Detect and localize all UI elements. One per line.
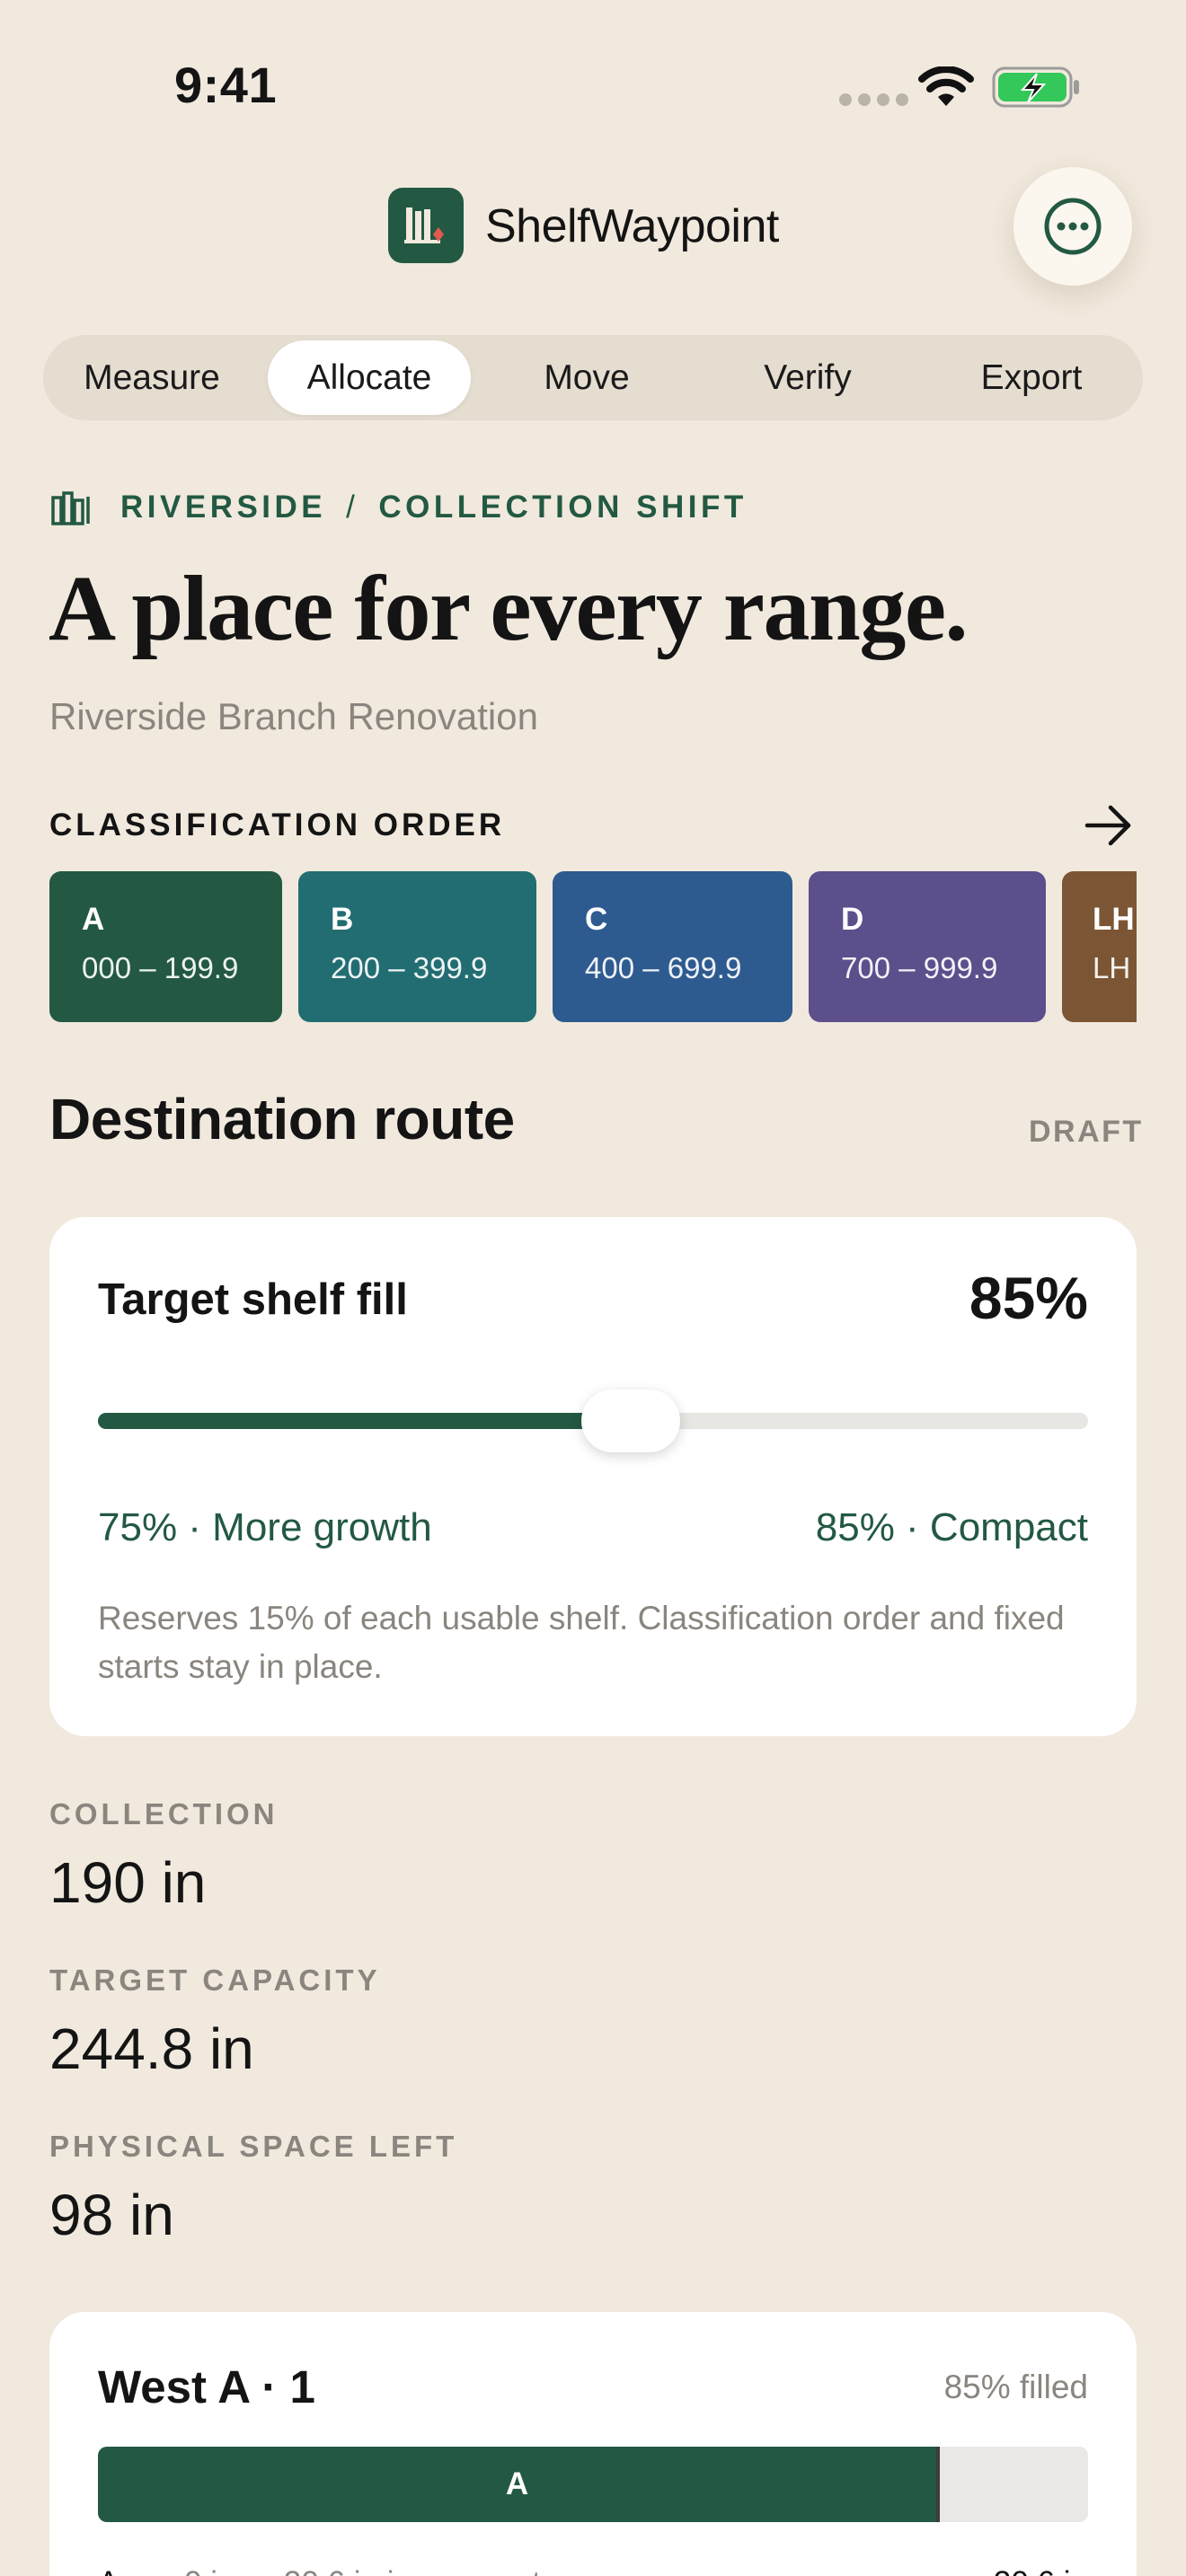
chip-letter: C: [585, 902, 608, 937]
bookshelf-logo-icon: [404, 207, 444, 243]
chip-range: 000 – 199.9: [82, 951, 239, 984]
wifi-icon: [918, 66, 974, 106]
shelf-fill-status: 85% filled: [943, 2369, 1088, 2405]
chip-letter: D: [841, 902, 864, 937]
page-title: A place for every range.: [49, 557, 968, 660]
shelf-title: West A · 1: [98, 2361, 315, 2413]
chip-range: 700 – 999.9: [841, 951, 998, 984]
classification-chip-a[interactable]: A 000 – 199.9: [49, 871, 282, 1022]
tab-move[interactable]: Move: [483, 340, 690, 415]
fill-min-label[interactable]: 75% · More growth: [98, 1504, 432, 1551]
more-menu-button[interactable]: [1013, 167, 1132, 286]
classification-label: CLASSIFICATION ORDER: [49, 807, 506, 842]
stat-label-collection: COLLECTION: [49, 1797, 279, 1831]
fill-card: Target shelf fill 85% 75% · More growth …: [49, 1217, 1137, 1736]
workflow-tabs: Measure Allocate Move Verify Export: [43, 335, 1143, 420]
classification-chip-lh[interactable]: LH LH: [1062, 871, 1137, 1022]
chip-range: LH: [1093, 951, 1131, 984]
shelf-segment-row: A 0 in → 30.6 in in segment 30.6 in: [98, 2563, 1088, 2576]
breadcrumb-section[interactable]: COLLECTION SHIFT: [378, 490, 747, 525]
tab-export[interactable]: Export: [925, 340, 1137, 415]
stat-value-space-left: 98 in: [49, 2183, 174, 2247]
classification-chip-b[interactable]: B 200 – 399.9: [298, 871, 536, 1022]
ellipsis-circle-icon: [1044, 198, 1102, 255]
breadcrumb-branch[interactable]: RIVERSIDE: [120, 490, 326, 525]
tab-measure[interactable]: Measure: [49, 340, 255, 415]
section-title: Destination route: [49, 1087, 515, 1151]
fill-note: Reserves 15% of each usable shelf. Class…: [98, 1600, 1065, 1685]
fill-title: Target shelf fill: [98, 1275, 408, 1324]
chip-letter: LH: [1093, 902, 1135, 937]
shelf-card[interactable]: West A · 1 85% filled A A 0 in → 30.6 in…: [49, 2312, 1137, 2576]
chip-range: 200 – 399.9: [331, 951, 488, 984]
stat-label-space-left: PHYSICAL SPACE LEFT: [49, 2130, 458, 2163]
segment-description: 0 in → 30.6 in in segment: [184, 2563, 994, 2576]
fill-slider-progress: [98, 1413, 631, 1429]
stat-label-target-capacity: TARGET CAPACITY: [49, 1963, 381, 1997]
app-logo: [388, 188, 464, 263]
segment-letter: A: [98, 2563, 184, 2576]
arrow-right-icon[interactable]: [1084, 803, 1134, 848]
status-time: 9:41: [174, 57, 278, 113]
tab-allocate[interactable]: Allocate: [268, 340, 471, 415]
breadcrumb: RIVERSIDE / COLLECTION SHIFT: [120, 489, 748, 526]
project-subtitle: Riverside Branch Renovation: [49, 695, 538, 737]
stat-value-target-capacity: 244.8 in: [49, 2016, 254, 2081]
classification-chip-c[interactable]: C 400 – 699.9: [553, 871, 792, 1022]
chip-range: 400 – 699.9: [585, 951, 742, 984]
fill-slider-thumb[interactable]: [581, 1389, 680, 1452]
tab-verify[interactable]: Verify: [704, 340, 911, 415]
app-name: ShelfWaypoint: [485, 200, 779, 252]
status-badge: DRAFT: [1029, 1115, 1144, 1149]
breadcrumb-separator: /: [346, 490, 359, 525]
segment-length: 30.6 in: [994, 2563, 1088, 2576]
classification-chip-d[interactable]: D 700 – 999.9: [809, 871, 1046, 1022]
shelf-fill-bar: A: [98, 2447, 1088, 2522]
stat-value-collection: 190 in: [49, 1850, 207, 1915]
classification-chips: A 000 – 199.9 B 200 – 399.9 C 400 – 699.…: [49, 871, 1137, 1022]
shelf-segment-a: A: [98, 2447, 940, 2522]
library-icon: [51, 491, 90, 525]
chip-letter: A: [82, 902, 105, 937]
cellular-signal-icon: [839, 93, 908, 106]
fill-max-label[interactable]: 85% · Compact: [816, 1504, 1088, 1551]
battery-charging-icon: [992, 66, 1079, 108]
chip-letter: B: [331, 902, 354, 937]
fill-value: 85%: [969, 1265, 1088, 1331]
